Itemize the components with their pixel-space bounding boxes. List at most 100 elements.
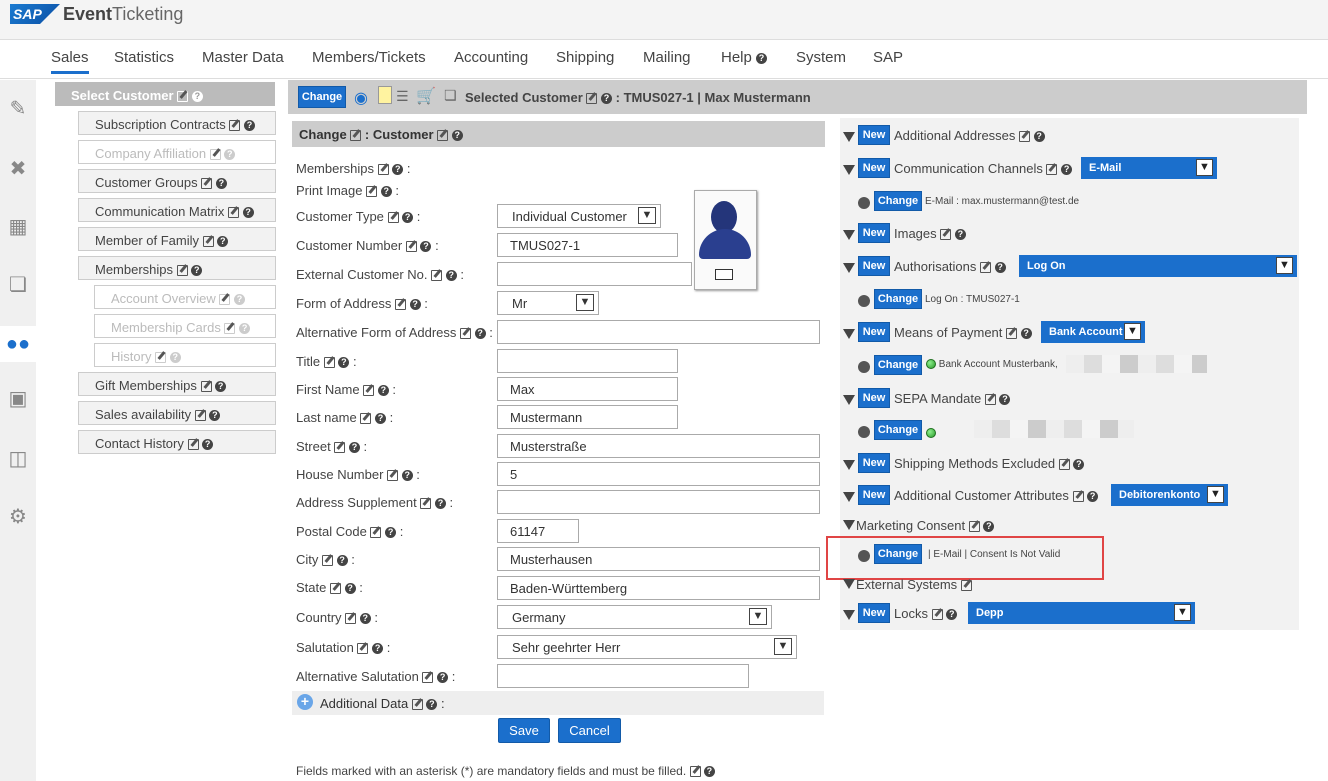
ticket-icon[interactable]: ✎ [3,94,33,124]
change-button[interactable]: Change [874,420,922,440]
city-input[interactable]: Musterhausen [497,547,820,571]
first-name-input[interactable]: Max [497,377,678,401]
subnav-subscription-contracts[interactable]: Subscription Contracts ? [78,111,276,135]
edit-icon[interactable] [177,91,189,103]
nav-members-tickets[interactable]: Members/Tickets [312,49,426,66]
edit-icon[interactable] [194,410,206,422]
authorisation-select[interactable]: Log On ▼ [1019,255,1297,277]
edit-icon[interactable] [201,178,213,190]
new-button[interactable]: New [858,388,890,408]
subnav-memberships[interactable]: Memberships ? [78,256,276,280]
collapse-icon[interactable] [843,165,855,175]
list-icon[interactable]: ☰ [396,88,409,105]
edit-icon[interactable] [187,439,199,451]
nav-statistics[interactable]: Statistics [114,49,174,66]
postal-code-input[interactable]: 61147 [497,519,579,543]
new-button[interactable]: New [858,603,890,623]
help-icon[interactable]: ? [217,236,229,248]
help-icon[interactable]: ? [202,439,214,451]
nav-accounting[interactable]: Accounting [454,49,528,66]
subnav-gift-memberships[interactable]: Gift Memberships ? [78,372,276,396]
help-icon[interactable]: ? [215,178,227,190]
edit-icon[interactable] [437,130,449,142]
edit-icon[interactable] [586,93,598,105]
collapse-icon[interactable] [843,329,855,339]
cross-icon[interactable]: ✖ [3,154,33,184]
additional-data-row[interactable]: + Additional Data ? : [292,691,824,715]
copy-icon[interactable]: ❏ [444,87,457,104]
collapse-icon[interactable] [843,230,855,240]
save-button[interactable]: Save [498,718,550,743]
new-button[interactable]: New [858,223,890,243]
customers-icon[interactable]: ●● [0,326,36,362]
cancel-button[interactable]: Cancel [558,718,621,743]
new-button[interactable]: New [858,256,890,276]
help-icon[interactable]: ? [209,410,221,422]
external-customer-no-input[interactable] [497,262,692,286]
new-button[interactable]: New [858,485,890,505]
change-button[interactable]: Change [874,191,922,211]
money-icon[interactable]: ▣ [3,384,33,414]
customer-image[interactable] [694,190,757,290]
collapse-icon[interactable] [843,579,855,589]
form-of-address-select[interactable]: Mr ▼ [497,291,599,315]
edit-icon[interactable] [350,130,362,142]
nav-mailing[interactable]: Mailing [643,49,691,66]
expand-icon[interactable]: + [297,694,313,710]
new-button[interactable]: New [858,125,890,145]
nav-master-data[interactable]: Master Data [202,49,284,66]
collapse-icon[interactable] [843,460,855,470]
calculator-icon[interactable]: ▦ [3,212,33,242]
edit-icon[interactable] [229,120,241,132]
help-icon[interactable]: ? [244,120,256,132]
nav-sap[interactable]: SAP [873,49,903,66]
help-icon[interactable]: ? [215,381,227,393]
subnav-customer-groups[interactable]: Customer Groups ? [78,169,276,193]
nav-help[interactable]: Help ? [721,49,768,66]
subnav-account-overview[interactable]: Account Overview ? [94,285,276,309]
subnav-sales-availability[interactable]: Sales availability ? [78,401,276,425]
alt-form-of-address-input[interactable] [497,320,820,344]
collapse-icon[interactable] [843,263,855,273]
customer-type-select[interactable]: Individual Customer ▼ [497,204,661,228]
copy-icon[interactable]: ❏ [3,270,33,300]
state-input[interactable]: Baden-Württemberg [497,576,820,600]
new-button[interactable]: New [858,158,890,178]
new-button[interactable]: New [858,322,890,342]
house-number-input[interactable]: 5 [497,462,820,486]
collapse-icon[interactable] [843,132,855,142]
help-icon[interactable]: ? [242,207,254,219]
nav-system[interactable]: System [796,49,846,66]
collapse-icon[interactable] [843,520,855,530]
payment-select[interactable]: Bank Account ▼ [1041,321,1145,343]
change-button[interactable]: Change [874,289,922,309]
subnav-history[interactable]: History ? [94,343,276,367]
collapse-icon[interactable] [843,395,855,405]
edit-icon[interactable] [200,381,212,393]
communication-channel-select[interactable]: E-Mail ▼ [1081,157,1217,179]
street-input[interactable]: Musterstraße [497,434,820,458]
customer-search-icon[interactable]: ◉ [354,88,368,108]
help-icon[interactable]: ? [601,93,613,105]
edit-icon[interactable] [227,207,239,219]
change-button[interactable]: Change [874,355,922,375]
notes-icon[interactable] [378,86,392,104]
fax-icon[interactable]: ◫ [3,444,33,474]
settings-icon[interactable]: ⚙ [3,502,33,532]
country-select[interactable]: Germany ▼ [497,605,772,629]
locks-select[interactable]: Depp ▼ [968,602,1195,624]
collapse-icon[interactable] [843,610,855,620]
help-icon[interactable]: ? [451,130,463,142]
help-icon[interactable]: ? [191,91,203,103]
subnav-contact-history[interactable]: Contact History ? [78,430,276,454]
new-button[interactable]: New [858,453,890,473]
salutation-select[interactable]: Sehr geehrter Herr ▼ [497,635,797,659]
customer-number-input[interactable]: TMUS027-1 [497,233,678,257]
title-input[interactable] [497,349,678,373]
select-customer-header[interactable]: Select Customer ? [55,82,275,106]
customer-attribute-select[interactable]: Debitorenkonto ▼ [1111,484,1228,506]
address-supplement-input[interactable] [497,490,820,514]
subnav-company-affiliation[interactable]: Company Affiliation ? [78,140,276,164]
subnav-communication-matrix[interactable]: Communication Matrix ? [78,198,276,222]
nav-sales[interactable]: Sales [51,49,89,74]
